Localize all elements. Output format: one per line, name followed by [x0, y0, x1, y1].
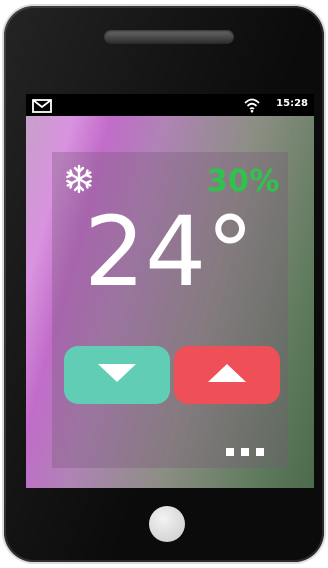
status-bar: 15:28: [26, 94, 314, 116]
dot: [241, 448, 249, 456]
speaker-grille: [104, 30, 234, 44]
thermostat-screen: 30% 24°: [26, 116, 314, 488]
phone-device: 15:28 30% 24°: [4, 6, 324, 562]
triangle-up-icon: [206, 362, 248, 388]
snowflake-icon[interactable]: [64, 164, 94, 198]
home-button[interactable]: [149, 506, 185, 542]
decrease-temperature-button[interactable]: [64, 346, 170, 404]
dot: [226, 448, 234, 456]
humidity-value: 30%: [206, 164, 280, 199]
triangle-down-icon: [96, 362, 138, 388]
dot: [256, 448, 264, 456]
increase-temperature-button[interactable]: [174, 346, 280, 404]
more-dots-icon[interactable]: [226, 448, 264, 456]
status-time: 15:28: [276, 98, 308, 109]
wifi-icon: [244, 97, 260, 117]
mail-icon[interactable]: [32, 98, 52, 117]
temperature-display: 24°: [84, 196, 255, 308]
